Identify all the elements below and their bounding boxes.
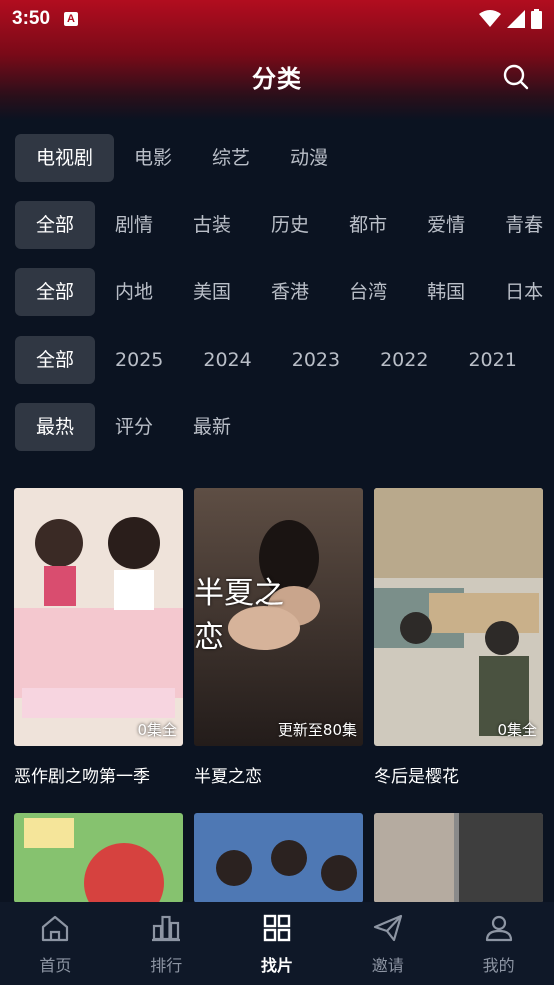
chip-region-6[interactable]: 日本 xyxy=(485,268,554,316)
chip-region-3[interactable]: 香港 xyxy=(251,268,329,316)
tab-invite[interactable]: 邀请 xyxy=(332,902,443,985)
chip-genre-0[interactable]: 全部 xyxy=(15,201,96,249)
poster-art xyxy=(14,813,183,903)
poster-image[interactable] xyxy=(194,813,363,903)
tab-label: 我的 xyxy=(482,956,515,975)
episode-badge: 0集全 xyxy=(137,721,177,739)
poster-art xyxy=(374,813,543,903)
page-title: 分类 xyxy=(252,64,302,93)
chip-genre-1[interactable]: 剧情 xyxy=(95,201,173,249)
tab-home[interactable]: 首页 xyxy=(0,902,111,985)
send-icon xyxy=(373,914,402,942)
poster-overlay-title: 半夏之恋 xyxy=(194,576,284,655)
filter-row-type: 电视剧 电影 综艺 动漫 xyxy=(15,134,554,182)
poster-image[interactable]: 0集全 xyxy=(14,488,183,746)
chip-genre-5[interactable]: 爱情 xyxy=(407,201,485,249)
poster-card[interactable]: 半夏之恋 更新至80集 半夏之恋 xyxy=(194,488,363,787)
chip-type-3[interactable]: 动漫 xyxy=(270,134,348,182)
chip-sort-2[interactable]: 最新 xyxy=(173,403,251,451)
chip-type-1[interactable]: 电影 xyxy=(114,134,192,182)
status-bar: 3:50 A xyxy=(0,0,554,38)
poster-image[interactable]: 半夏之恋 更新至80集 xyxy=(194,488,363,746)
poster-art xyxy=(374,488,543,746)
tab-label: 邀请 xyxy=(371,956,404,975)
filter-row-region: 全部 内地 美国 香港 台湾 韩国 日本 xyxy=(15,268,554,316)
chip-region-0[interactable]: 全部 xyxy=(15,268,96,316)
chip-type-0[interactable]: 电视剧 xyxy=(15,134,115,182)
chip-genre-6[interactable]: 青春 xyxy=(485,201,554,249)
poster-image[interactable]: 0集全 xyxy=(374,488,543,746)
filter-row-year: 全部 2025 2024 2023 2022 2021 2020 xyxy=(15,336,554,384)
chip-region-4[interactable]: 台湾 xyxy=(329,268,407,316)
filter-row-sort: 最热 评分 最新 xyxy=(15,403,554,451)
chip-region-2[interactable]: 美国 xyxy=(173,268,251,316)
home-icon xyxy=(42,915,69,942)
status-time: 3:50 xyxy=(12,8,51,29)
tab-label: 排行 xyxy=(150,956,183,975)
chip-year-4[interactable]: 2022 xyxy=(360,336,448,384)
poster-art xyxy=(194,813,363,903)
episode-badge: 更新至80集 xyxy=(277,721,357,739)
chip-year-5[interactable]: 2021 xyxy=(448,336,536,384)
app-header: 分类 xyxy=(0,50,554,102)
poster-card[interactable] xyxy=(374,813,543,903)
bottom-tab-bar: 首页 排行 找片 邀请 我的 xyxy=(0,902,554,985)
chip-year-1[interactable]: 2025 xyxy=(95,336,183,384)
tab-me[interactable]: 我的 xyxy=(443,902,554,985)
poster-card[interactable]: 0集全 冬后是樱花 xyxy=(374,488,543,787)
tab-find[interactable]: 找片 xyxy=(222,902,333,985)
poster-card[interactable]: 0集全 恶作剧之吻第一季 xyxy=(14,488,183,787)
poster-card[interactable] xyxy=(194,813,363,903)
battery-icon xyxy=(531,9,542,29)
poster-title: 恶作剧之吻第一季 xyxy=(14,767,150,787)
wifi-icon xyxy=(479,10,501,27)
chip-region-1[interactable]: 内地 xyxy=(95,268,173,316)
chip-sort-1[interactable]: 评分 xyxy=(95,403,173,451)
user-icon xyxy=(485,915,512,942)
chip-genre-4[interactable]: 都市 xyxy=(329,201,407,249)
filter-row-genre: 全部 剧情 古装 历史 都市 爱情 青春 xyxy=(15,201,554,249)
chip-sort-0[interactable]: 最热 xyxy=(15,403,96,451)
chip-genre-2[interactable]: 古装 xyxy=(173,201,251,249)
poster-image[interactable] xyxy=(14,813,183,903)
chip-year-0[interactable]: 全部 xyxy=(15,336,96,384)
notification-icon: A xyxy=(64,12,79,26)
poster-art xyxy=(14,488,183,746)
grid-icon xyxy=(263,914,291,942)
poster-image[interactable] xyxy=(374,813,543,903)
chip-genre-3[interactable]: 历史 xyxy=(251,201,329,249)
signal-icon xyxy=(507,10,525,28)
chip-year-3[interactable]: 2023 xyxy=(272,336,360,384)
poster-title: 冬后是樱花 xyxy=(374,767,459,787)
tab-label: 找片 xyxy=(260,956,293,975)
chip-region-5[interactable]: 韩国 xyxy=(407,268,485,316)
tab-label: 首页 xyxy=(39,956,72,975)
chip-type-2[interactable]: 综艺 xyxy=(192,134,270,182)
poster-title: 半夏之恋 xyxy=(194,767,262,787)
search-icon[interactable] xyxy=(502,63,530,91)
tab-ranking[interactable]: 排行 xyxy=(111,902,222,985)
chip-year-6[interactable]: 2020 xyxy=(537,336,554,384)
episode-badge: 0集全 xyxy=(497,721,537,739)
chip-year-2[interactable]: 2024 xyxy=(183,336,271,384)
poster-card[interactable] xyxy=(14,813,183,903)
ranking-icon xyxy=(152,915,181,942)
